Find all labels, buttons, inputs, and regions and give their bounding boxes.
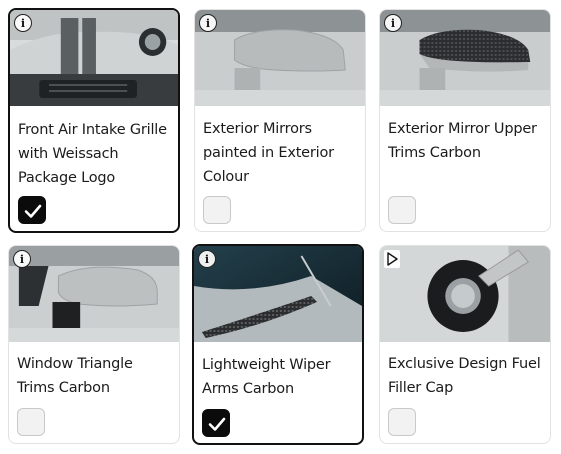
option-card-front-grille[interactable]: i Front Air Intake Grille with Weissach … bbox=[8, 8, 180, 233]
option-checkbox[interactable] bbox=[388, 408, 416, 436]
option-label: Window Triangle Trims Carbon bbox=[17, 356, 133, 396]
info-icon[interactable]: i bbox=[14, 14, 32, 32]
info-icon[interactable]: i bbox=[198, 250, 216, 268]
option-checkbox[interactable] bbox=[202, 409, 230, 437]
options-grid: i Front Air Intake Grille with Weissach … bbox=[0, 0, 561, 454]
checkmark-icon bbox=[24, 204, 42, 218]
option-label: Exclusive Design Fuel Filler Cap bbox=[388, 356, 541, 396]
option-label: Front Air Intake Grille with Weissach Pa… bbox=[18, 122, 167, 186]
option-card-mirror-trims-carbon[interactable]: i Exterior Mirror Upper Trims Carbon bbox=[379, 9, 551, 232]
option-image-mirror-trims-carbon bbox=[380, 10, 550, 106]
option-label: Exterior Mirrors painted in Exterior Col… bbox=[203, 121, 334, 185]
option-card-fuel-cap[interactable]: Exclusive Design Fuel Filler Cap bbox=[379, 245, 551, 444]
option-checkbox[interactable] bbox=[203, 196, 231, 224]
checkmark-icon bbox=[208, 417, 226, 431]
option-checkbox[interactable] bbox=[388, 196, 416, 224]
option-label: Lightweight Wiper Arms Carbon bbox=[202, 357, 331, 397]
option-image-front-grille bbox=[10, 10, 178, 106]
option-checkbox[interactable] bbox=[17, 408, 45, 436]
option-image-fuel-cap bbox=[380, 246, 550, 342]
option-image-window-triangle bbox=[9, 246, 179, 342]
info-icon[interactable]: i bbox=[199, 14, 217, 32]
option-checkbox[interactable] bbox=[18, 196, 46, 224]
info-icon[interactable]: i bbox=[384, 14, 402, 32]
option-label: Exterior Mirror Upper Trims Carbon bbox=[388, 121, 537, 161]
info-icon[interactable]: i bbox=[13, 250, 31, 268]
option-card-mirrors-painted[interactable]: i Exterior Mirrors painted in Exterior C… bbox=[194, 9, 366, 232]
option-image-wiper-arms bbox=[194, 246, 362, 342]
option-image-mirrors-painted bbox=[195, 10, 365, 106]
option-card-window-triangle[interactable]: i Window Triangle Trims Carbon bbox=[8, 245, 180, 444]
option-card-wiper-arms[interactable]: i Lightweight Wiper Arms Carbon bbox=[192, 244, 364, 445]
play-icon[interactable] bbox=[384, 250, 400, 268]
